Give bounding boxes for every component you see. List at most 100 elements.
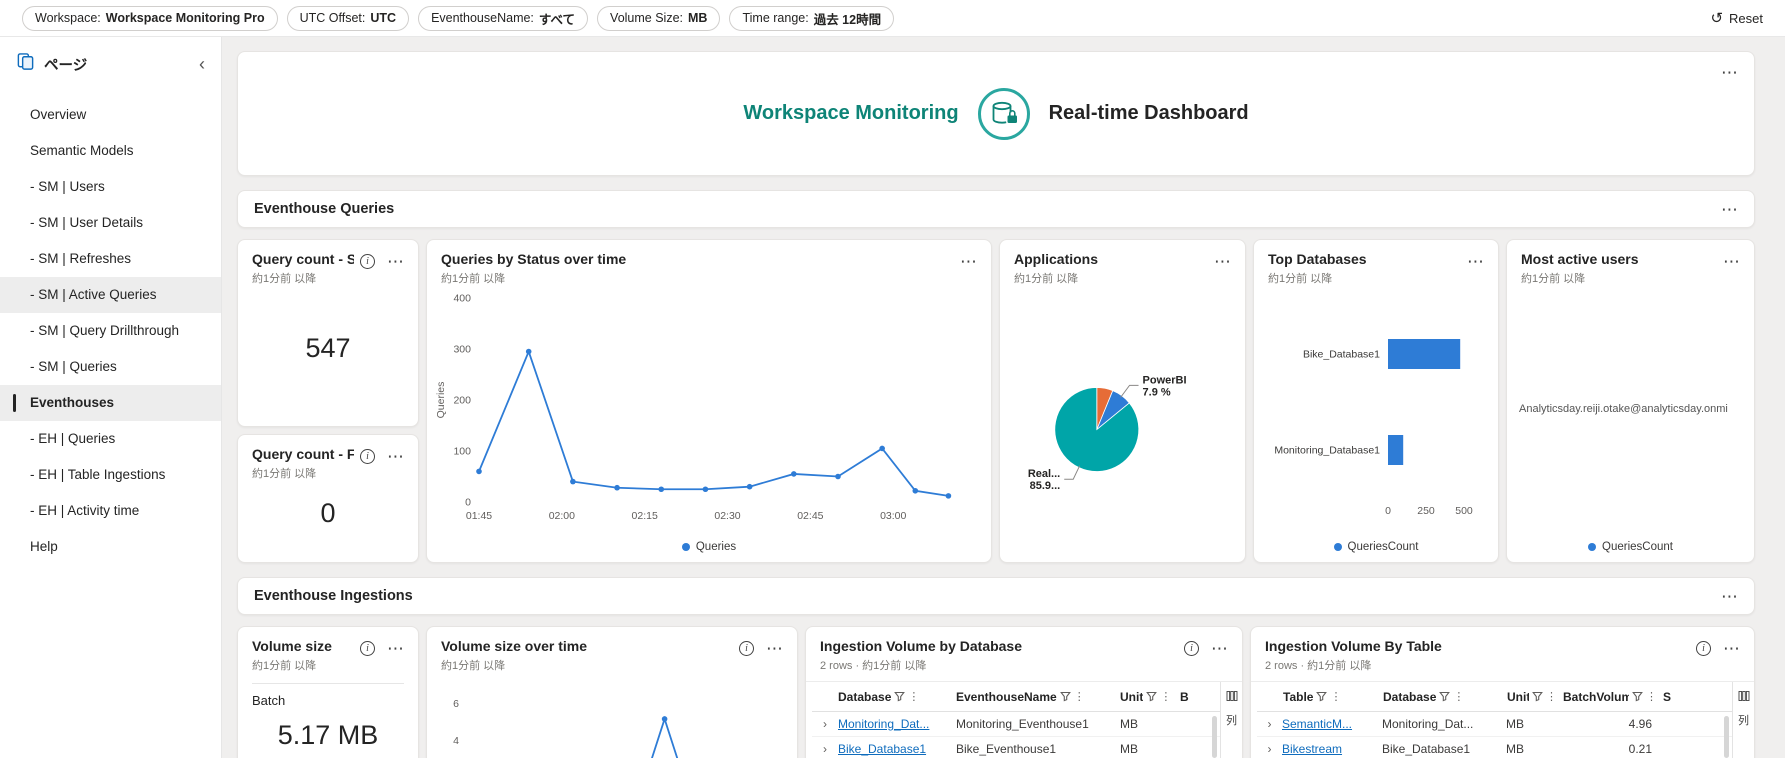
sidebar-item-eh-table-ingestions[interactable]: - EH | Table Ingestions [0,457,221,493]
filter-pill-volume-size[interactable]: Volume Size: MB [597,5,721,31]
more-options-icon[interactable]: ⋯ [956,251,981,272]
reset-button[interactable]: ↺ Reset [1710,11,1763,26]
filter-icon[interactable] [1532,691,1543,702]
sidebar-item-eventhouses[interactable]: Eventhouses [0,385,221,421]
column-header[interactable]: Database ⋮ [1383,690,1507,704]
queries-tile-row: Query count - Su... 約1分前 以降 i ⋯ 547 [237,239,1755,563]
table-row[interactable]: › Bike_Database1 Bike_Eventhouse1 MB [812,737,1220,758]
column-menu-icon[interactable]: ⋮ [1074,690,1085,703]
column-menu-icon[interactable]: ⋮ [1453,690,1464,703]
filter-pill-eventhouse-name[interactable]: EventhouseName: すべて [418,5,589,31]
top-databases-bar-chart: Bike_Database1 Monitoring_Database1 0 250 50… [1274,339,1473,517]
more-options-icon[interactable]: ⋯ [383,446,408,467]
table-cell: MB [1120,717,1138,731]
sidebar-item-sm-user-details[interactable]: - SM | User Details [0,205,221,241]
filter-pill-time-range[interactable]: Time range: 過去 12時間 [729,5,895,31]
filter-pill-workspace[interactable]: Workspace: Workspace Monitoring Pro [22,5,278,31]
section-more-options-icon[interactable]: ⋯ [1717,199,1742,220]
filter-pill-utc-offset[interactable]: UTC Offset: UTC [286,5,410,31]
more-options-icon[interactable]: ⋯ [1207,638,1232,659]
tile-title: Ingestion Volume By Table [1265,638,1442,654]
filter-icon[interactable] [1146,691,1158,702]
sidebar-item-eh-queries[interactable]: - EH | Queries [0,421,221,457]
sidebar-item-overview[interactable]: Overview [0,97,221,133]
tile-header: Most active users 約1分前 以降 ⋯ [1507,240,1754,286]
column-label: Table [1283,689,1314,704]
column-header[interactable]: Unit ⋮ [1120,690,1180,704]
filter-icon[interactable] [1059,691,1071,702]
more-options-icon[interactable]: ⋯ [1719,251,1744,272]
column-menu-icon[interactable]: ⋮ [1546,690,1557,703]
expand-row-icon[interactable]: › [812,742,838,756]
info-icon[interactable]: i [360,449,375,464]
more-options-icon[interactable]: ⋯ [383,251,408,272]
sidebar-collapse-icon[interactable]: ‹ [199,55,205,73]
more-options-icon[interactable]: ⋯ [1210,251,1235,272]
sidebar-item-sm-users[interactable]: - SM | Users [0,169,221,205]
chart-legend: QueriesCount [1254,532,1498,562]
table-row[interactable]: › Monitoring_Dat... Monitoring_Eventhouse1… [812,712,1220,737]
more-options-icon[interactable]: ⋯ [383,638,408,659]
more-options-icon[interactable]: ⋯ [1719,638,1744,659]
expand-row-icon[interactable]: › [1257,717,1282,731]
vertical-scrollbar[interactable] [1212,716,1217,758]
column-header[interactable]: S [1663,690,1732,704]
tile-header: Queries by Status over time 約1分前 以降 ⋯ [427,240,991,286]
column-header[interactable]: BatchVolume ⋮ [1563,690,1663,704]
info-icon[interactable]: i [739,641,754,656]
column-header[interactable]: Unit ⋮ [1507,690,1563,704]
data-table: Table ⋮ Database ⋮ Unit ⋮ BatchVolume ⋮ S ›Seman… [1251,682,1732,758]
sidebar-item-help[interactable]: Help [0,529,221,565]
more-options-icon[interactable]: ⋯ [1463,251,1488,272]
column-menu-icon[interactable]: ⋮ [1160,690,1171,703]
column-label: B [1180,689,1189,704]
sidebar-item-sm-queries[interactable]: - SM | Queries [0,349,221,385]
column-menu-icon[interactable]: ⋮ [908,690,919,703]
row-link[interactable]: SemanticM... [1282,717,1382,731]
filter-icon[interactable] [1316,691,1328,702]
column-menu-icon[interactable]: ⋮ [1330,690,1341,703]
row-link[interactable]: Bikestream [1282,742,1382,756]
row-link[interactable]: Monitoring_Dat... [838,717,956,731]
expand-row-icon[interactable]: › [812,717,838,731]
table-row[interactable]: › SemanticM... Monitoring_Dat... MB 4.96 [1257,712,1732,737]
tile-subtitle: 約1分前 以降 [441,660,506,672]
info-icon[interactable]: i [360,254,375,269]
filter-icon[interactable] [1632,691,1643,702]
tile-title: Volume size over time [441,638,588,654]
filter-icon[interactable] [894,691,906,702]
svg-text:Queries: Queries [435,382,447,419]
column-header[interactable]: Database ⋮ [838,690,956,704]
svg-text:0: 0 [1385,505,1391,517]
app-root: Workspace: Workspace Monitoring Pro UTC Of… [0,0,1785,758]
column-header[interactable]: B [1180,690,1220,704]
tile-header: Top Databases 約1分前 以降 ⋯ [1254,240,1498,286]
column-menu-icon[interactable]: ⋮ [1646,690,1657,703]
filter-pill-label: UTC Offset: [299,11,366,25]
filter-icon[interactable] [1439,691,1451,702]
section-more-options-icon[interactable]: ⋯ [1717,586,1742,607]
svg-text:02:00: 02:00 [549,510,575,522]
banner-more-options-icon[interactable]: ⋯ [1717,62,1742,83]
vertical-scrollbar[interactable] [1724,716,1729,758]
info-icon[interactable]: i [360,641,375,656]
row-link[interactable]: Bike_Database1 [838,742,956,756]
table-header-row: Database ⋮ EventhouseName ⋮ Unit ⋮ B [812,682,1220,712]
columns-pane-strip[interactable]: 列 [1732,682,1754,758]
sidebar-item-eh-activity-time[interactable]: - EH | Activity time [0,493,221,529]
sidebar-item-sm-active-queries[interactable]: - SM | Active Queries [0,277,221,313]
info-icon[interactable]: i [1696,641,1711,656]
info-icon[interactable]: i [1184,641,1199,656]
filter-pill-value: UTC [370,11,397,25]
more-options-icon[interactable]: ⋯ [762,638,787,659]
sidebar-item-sm-query-drillthrough[interactable]: - SM | Query Drillthrough [0,313,221,349]
tile-query-count-successful: Query count - Su... 約1分前 以降 i ⋯ 547 [237,239,419,427]
table-row[interactable]: › Bikestream Bike_Database1 MB 0.21 [1257,737,1732,758]
column-header[interactable]: Table ⋮ [1283,690,1383,704]
columns-pane-strip[interactable]: 列 [1220,682,1242,758]
expand-row-icon[interactable]: › [1257,742,1282,756]
sidebar-item-semantic-models[interactable]: Semantic Models [0,133,221,169]
columns-pane-label: 列 [1738,715,1749,727]
sidebar-item-sm-refreshes[interactable]: - SM | Refreshes [0,241,221,277]
column-header[interactable]: EventhouseName ⋮ [956,690,1120,704]
